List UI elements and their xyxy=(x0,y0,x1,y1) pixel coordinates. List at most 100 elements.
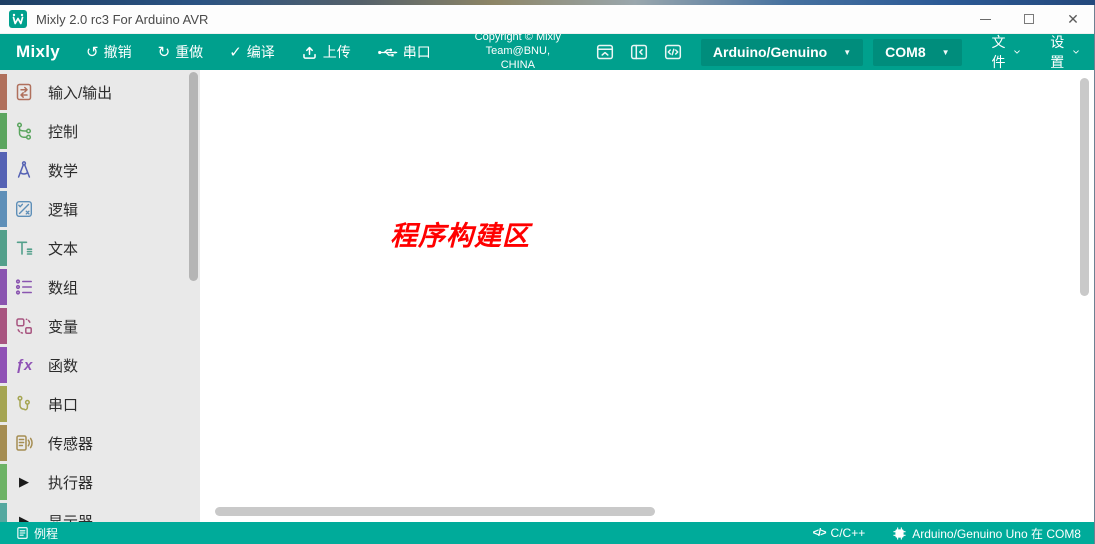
board-dropdown[interactable]: Arduino/Genuino ▼ xyxy=(701,39,863,66)
compile-button[interactable]: ✓ 编译 xyxy=(229,42,275,62)
code-icon: </> xyxy=(813,527,826,539)
sidebar-item-label: 传感器 xyxy=(48,433,93,454)
settings-menu[interactable]: 设置 xyxy=(1050,32,1079,72)
panel-collapse-left-icon xyxy=(629,42,649,62)
compile-label: 编译 xyxy=(247,42,275,62)
triangle-expand-icon: ▶ xyxy=(14,511,34,522)
sidebar-item-label: 函数 xyxy=(48,355,78,376)
show-code-button[interactable] xyxy=(663,41,683,63)
copyright-text: Copyright © Mixly Team@BNU, CHINA xyxy=(455,31,581,72)
sidebar-item-math[interactable]: 数学 xyxy=(0,152,200,188)
serial-plug-icon xyxy=(14,394,34,414)
code-panel-icon xyxy=(663,42,683,62)
sidebar-item-logic[interactable]: 逻辑 xyxy=(0,191,200,227)
triangle-expand-icon: ▶ xyxy=(14,472,34,492)
sidebar-item-control[interactable]: 控制 xyxy=(0,113,200,149)
category-stripe xyxy=(0,347,7,383)
board-dropdown-value: Arduino/Genuino xyxy=(713,44,827,60)
sidebar-item-actuator[interactable]: ▶ 执行器 xyxy=(0,464,200,500)
usb-serial-icon xyxy=(377,46,398,59)
titlebar: Mixly 2.0 rc3 For Arduino AVR ✕ xyxy=(0,5,1095,34)
sidebar-item-label: 变量 xyxy=(48,316,78,337)
sidebar-item-sensor[interactable]: 传感器 xyxy=(0,425,200,461)
sidebar-item-function[interactable]: ƒx 函数 xyxy=(0,347,200,383)
copyright-line1: Copyright © Mixly Team@BNU, xyxy=(455,31,581,59)
collapse-sidebar-button[interactable] xyxy=(629,41,649,63)
canvas-horizontal-scrollbar-thumb[interactable] xyxy=(215,507,655,516)
sidebar-item-label: 串口 xyxy=(48,394,78,415)
port-dropdown-value: COM8 xyxy=(885,44,925,60)
category-stripe xyxy=(0,191,7,227)
examples-label: 例程 xyxy=(34,525,58,542)
logic-icon xyxy=(14,199,34,219)
undo-button[interactable]: ↺ 撤销 xyxy=(86,42,132,62)
file-menu[interactable]: 文件 xyxy=(992,32,1021,72)
close-icon: ✕ xyxy=(1067,12,1079,26)
sidebar-item-variable[interactable]: 变量 xyxy=(0,308,200,344)
board-status: Arduino/Genuino Uno 在 COM8 xyxy=(893,525,1081,542)
compile-check-icon: ✓ xyxy=(229,45,242,60)
sidebar-item-label: 数学 xyxy=(48,160,78,181)
panel-collapse-up-icon xyxy=(595,42,615,62)
sidebar-item-label: 数组 xyxy=(48,277,78,298)
content-area: 输入/输出 控制 数学 逻辑 xyxy=(0,70,1095,522)
sidebar-item-label: 执行器 xyxy=(48,472,93,493)
toggle-toolbox-button[interactable] xyxy=(595,41,615,63)
chevron-down-icon: ▼ xyxy=(942,48,950,57)
sidebar-scrollbar-thumb[interactable] xyxy=(189,72,198,281)
workspace-canvas[interactable]: 程序构建区 xyxy=(200,70,1095,522)
code-language-toggle[interactable]: </> C/C++ xyxy=(813,526,866,540)
category-stripe xyxy=(0,74,7,110)
sidebar-item-serial[interactable]: 串口 xyxy=(0,386,200,422)
sidebar-item-io[interactable]: 输入/输出 xyxy=(0,74,200,110)
statusbar: 例程 </> C/C++ Arduino/Genuino Uno 在 COM8 xyxy=(0,522,1095,544)
window-title: Mixly 2.0 rc3 For Arduino AVR xyxy=(36,12,208,27)
serial-label: 串口 xyxy=(403,42,431,62)
close-button[interactable]: ✕ xyxy=(1051,5,1095,33)
sidebar-item-array[interactable]: 数组 xyxy=(0,269,200,305)
chip-icon xyxy=(893,527,906,540)
category-stripe xyxy=(0,503,7,522)
category-stripe xyxy=(0,308,7,344)
sidebar-item-label: 文本 xyxy=(48,238,78,259)
chevron-down-icon xyxy=(1073,49,1079,55)
main-toolbar: Mixly ↺ 撤销 ↻ 重做 ✓ 编译 上传 串口 xyxy=(0,34,1095,70)
port-dropdown[interactable]: COM8 ▼ xyxy=(873,39,961,66)
serial-button[interactable]: 串口 xyxy=(377,42,431,62)
maximize-button[interactable] xyxy=(1007,5,1051,33)
settings-menu-label: 设置 xyxy=(1050,32,1069,72)
workspace-watermark: 程序构建区 xyxy=(350,214,570,253)
minimize-icon xyxy=(980,19,991,20)
board-status-label: Arduino/Genuino Uno 在 COM8 xyxy=(912,525,1081,542)
statusbar-right: </> C/C++ Arduino/Genuino Uno 在 COM8 xyxy=(813,525,1081,542)
category-stripe xyxy=(0,152,7,188)
mixly-window: Mixly 2.0 rc3 For Arduino AVR ✕ Mixly ↺ … xyxy=(0,5,1095,544)
document-icon xyxy=(16,526,29,540)
chevron-down-icon: ▼ xyxy=(843,48,851,57)
chevron-down-icon xyxy=(1014,49,1020,55)
category-stripe xyxy=(0,425,7,461)
sidebar-item-display[interactable]: ▶ 显示器 xyxy=(0,503,200,522)
function-fx-icon: ƒx xyxy=(14,355,34,375)
array-list-icon xyxy=(14,277,34,297)
undo-icon: ↺ xyxy=(86,45,99,60)
text-icon xyxy=(14,238,34,258)
undo-label: 撤销 xyxy=(104,42,132,62)
sidebar-item-label: 输入/输出 xyxy=(48,82,112,103)
minimize-button[interactable] xyxy=(963,5,1007,33)
category-stripe xyxy=(0,230,7,266)
upload-label: 上传 xyxy=(323,42,351,62)
mixly-logo-icon xyxy=(9,10,27,28)
category-stripe xyxy=(0,386,7,422)
sidebar-item-label: 控制 xyxy=(48,121,78,142)
category-stripe xyxy=(0,464,7,500)
sidebar-item-text[interactable]: 文本 xyxy=(0,230,200,266)
canvas-vertical-scrollbar-thumb[interactable] xyxy=(1080,78,1089,296)
redo-button[interactable]: ↻ 重做 xyxy=(158,42,204,62)
sidebar-item-label: 逻辑 xyxy=(48,199,78,220)
math-compass-icon xyxy=(14,160,34,180)
language-label: C/C++ xyxy=(831,526,866,540)
upload-button[interactable]: 上传 xyxy=(301,42,351,62)
category-stripe xyxy=(0,113,7,149)
examples-button[interactable]: 例程 xyxy=(16,525,58,542)
